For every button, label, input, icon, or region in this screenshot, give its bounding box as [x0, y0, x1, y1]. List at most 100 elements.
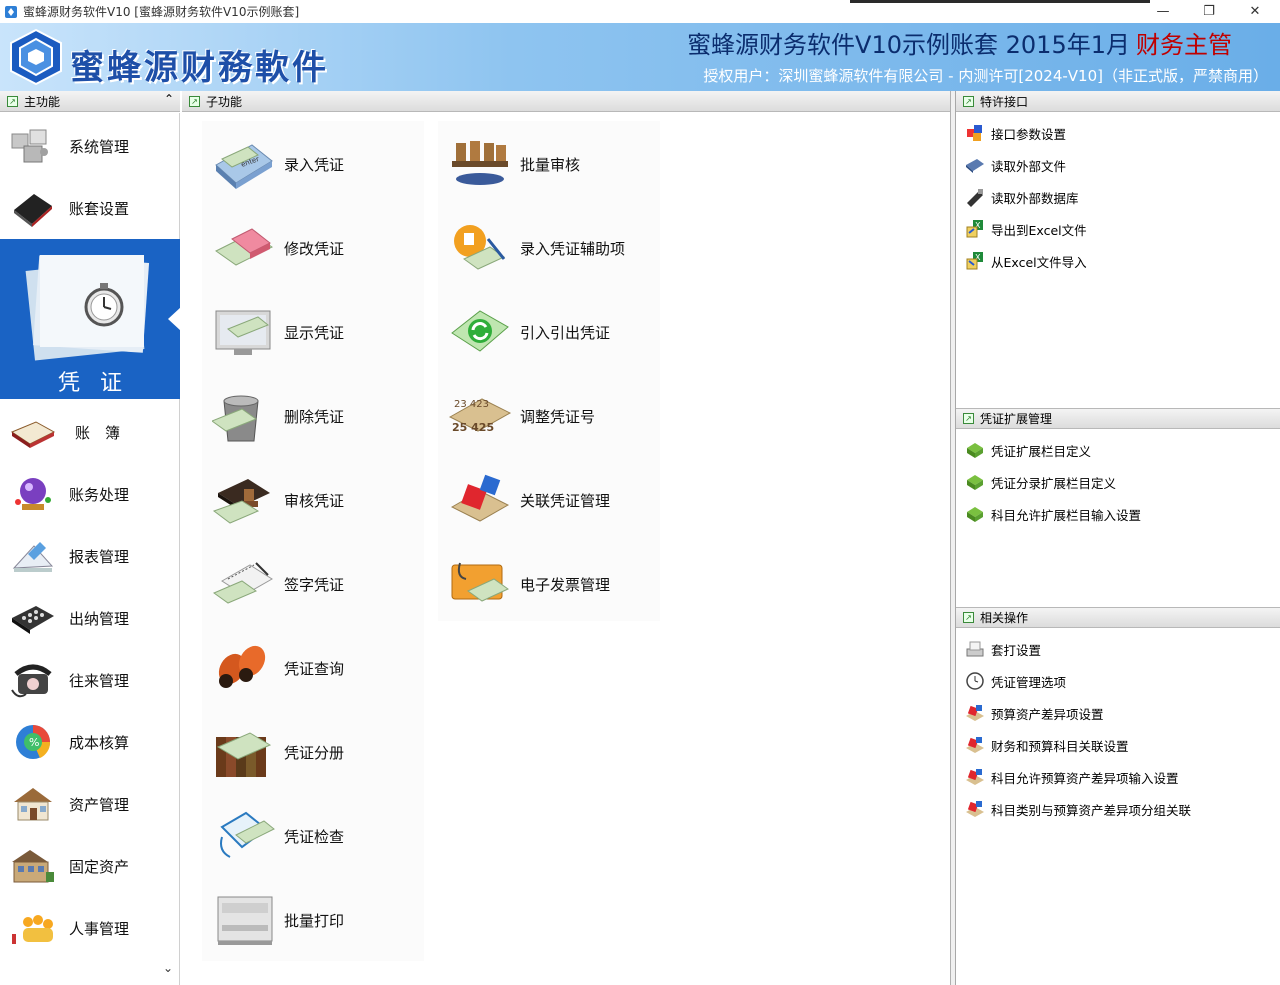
voucher-extension-header: ↗ 凭证扩展管理: [956, 408, 1280, 429]
link-label: 凭证扩展栏目定义: [991, 443, 1092, 459]
related-voucher-button[interactable]: 关联凭证管理: [448, 465, 678, 535]
print-setup-icon: [966, 641, 984, 657]
panel-icon: ↗: [963, 413, 974, 424]
nav-item-account-settings[interactable]: 账套设置: [0, 177, 180, 239]
trash-voucher-icon: [212, 395, 259, 442]
ledger-icon: [10, 421, 56, 448]
svg-text:25 425: 25 425: [452, 421, 494, 434]
nav-item-reports[interactable]: 报表管理: [0, 525, 180, 587]
red-puzzle-icon: [966, 705, 984, 721]
link-puzzle-icon: [450, 474, 510, 522]
sub-function-label: 凭证检查: [284, 827, 345, 846]
scroll-down-icon[interactable]: ⌄: [163, 961, 173, 975]
brand-name: 蜜蜂源财務軟件: [70, 48, 329, 88]
read-external-db-link[interactable]: 读取外部数据库: [965, 186, 1079, 208]
red-puzzle-icon: [966, 801, 984, 817]
nav-item-cashier[interactable]: 出纳管理: [0, 587, 180, 649]
voucher-volumes-button[interactable]: 凭证分册: [212, 717, 442, 787]
query-voucher-button[interactable]: 凭证查询: [212, 633, 442, 703]
section-title: 凭证扩展管理: [980, 412, 1053, 426]
nav-item-assets[interactable]: 资产管理: [0, 773, 180, 835]
sign-voucher-button[interactable]: 签字凭证: [212, 549, 442, 619]
svg-text:23 423: 23 423: [454, 399, 489, 410]
assist-item-icon: [454, 225, 506, 270]
nav-label: 账 簿: [75, 423, 121, 442]
finance-budget-link[interactable]: 财务和预算科目关联设置: [965, 734, 1129, 756]
audit-voucher-button[interactable]: 审核凭证: [212, 465, 442, 535]
main-function-title: 主功能: [24, 94, 61, 109]
selection-pointer: [168, 307, 181, 331]
user-role: 财务主管: [1136, 31, 1232, 59]
read-external-file-link[interactable]: 读取外部文件: [965, 154, 1066, 176]
sub-function-title: 子功能: [206, 94, 243, 109]
subject-budget-diff-input-link[interactable]: 科目允许预算资产差异项输入设置: [965, 766, 1179, 788]
minimize-button[interactable]: —: [1140, 0, 1186, 23]
delete-voucher-button[interactable]: 删除凭证: [212, 381, 442, 451]
nav-label: 人事管理: [69, 919, 130, 938]
collapse-icon[interactable]: ⌃: [164, 92, 174, 106]
nav-item-ledger[interactable]: 账 簿: [0, 401, 180, 463]
link-label: 预算资产差异项设置: [991, 706, 1104, 722]
link-label: 凭证分录扩展栏目定义: [991, 475, 1117, 491]
budget-diff-setup-link[interactable]: 预算资产差异项设置: [965, 702, 1104, 724]
link-label: 凭证管理选项: [991, 674, 1067, 690]
voucher-ext-columns-link[interactable]: 凭证扩展栏目定义: [965, 439, 1091, 461]
enter-voucher-button[interactable]: enter 录入凭证: [212, 129, 442, 199]
close-button[interactable]: ✕: [1232, 0, 1278, 23]
sub-function-label: 修改凭证: [284, 239, 345, 258]
nav-item-voucher-selected[interactable]: 凭证: [0, 239, 180, 399]
batch-print-button[interactable]: 批量打印: [212, 885, 442, 955]
subject-ext-input-link[interactable]: 科目允许扩展栏目输入设置: [965, 503, 1141, 525]
renumber-icon: 23 423 25 425: [448, 398, 512, 434]
entry-ext-columns-link[interactable]: 凭证分录扩展栏目定义: [965, 471, 1116, 493]
voucher-options-link[interactable]: 凭证管理选项: [965, 670, 1066, 692]
subject-category-group-link[interactable]: 科目类别与预算资产差异项分组关联: [965, 798, 1191, 820]
sub-function-label: 显示凭证: [284, 323, 345, 342]
nav-label: 系统管理: [69, 137, 130, 156]
nav-item-cost[interactable]: % 成本核算: [0, 711, 180, 773]
cost-icon: %: [16, 725, 51, 759]
modify-voucher-button[interactable]: 修改凭证: [212, 213, 442, 283]
main-nav: 系统管理 账套设置 凭证 账 簿 账务处理 报表管理 出纳管理 往来管理 % 成…: [0, 113, 180, 985]
batch-audit-button[interactable]: 批量审核: [448, 129, 678, 199]
bee-logo-icon: [10, 28, 62, 86]
link-label: 接口参数设置: [991, 126, 1067, 142]
house-icon: [14, 788, 52, 821]
nav-item-hr[interactable]: 人事管理: [0, 897, 180, 959]
app-logo-icon: [5, 5, 17, 18]
panel-icon: ↗: [963, 612, 974, 623]
nav-label: 成本核算: [69, 733, 130, 752]
display-voucher-button[interactable]: 显示凭证: [212, 297, 442, 367]
puzzle-icon: [11, 129, 48, 163]
import-export-icon: [451, 310, 509, 352]
e-invoice-button[interactable]: 电子发票管理: [448, 549, 678, 619]
svg-text:%: %: [29, 736, 39, 749]
interface-params-link[interactable]: 接口参数设置: [965, 122, 1066, 144]
printer-icon: [217, 896, 273, 945]
nav-item-system[interactable]: 系统管理: [0, 115, 180, 177]
restore-button[interactable]: ❐: [1186, 0, 1232, 23]
crystal-ball-icon: [15, 478, 51, 510]
assist-item-button[interactable]: 录入凭证辅助项: [448, 213, 678, 283]
nav-item-contacts[interactable]: 往来管理: [0, 649, 180, 711]
import-export-button[interactable]: 引入引出凭证: [448, 297, 678, 367]
stamp-voucher-icon: [212, 479, 270, 524]
panel-icon: ↗: [963, 95, 974, 107]
import-excel-link[interactable]: X 从Excel文件导入: [965, 250, 1087, 272]
green-check-icon: [967, 475, 983, 490]
nav-item-accounting[interactable]: 账务处理: [0, 463, 180, 525]
e-invoice-icon: [451, 562, 509, 602]
renumber-voucher-button[interactable]: 23 423 25 425 调整凭证号: [448, 381, 678, 451]
green-check-icon: [967, 507, 983, 522]
excel-import-icon: X: [966, 252, 983, 270]
export-excel-link[interactable]: X 导出到Excel文件: [965, 218, 1087, 240]
related-operations-header: ↗ 相关操作: [956, 607, 1280, 628]
green-check-icon: [967, 443, 983, 458]
print-setup-link[interactable]: 套打设置: [965, 638, 1041, 660]
nav-item-fixed-assets[interactable]: 固定资产: [0, 835, 180, 897]
voucher-stack-icon: [25, 255, 150, 361]
nav-label: 出纳管理: [69, 609, 130, 628]
sub-function-label: 调整凭证号: [520, 407, 596, 426]
check-voucher-button[interactable]: 凭证检查: [212, 801, 442, 871]
cash-register-icon: [12, 606, 54, 634]
